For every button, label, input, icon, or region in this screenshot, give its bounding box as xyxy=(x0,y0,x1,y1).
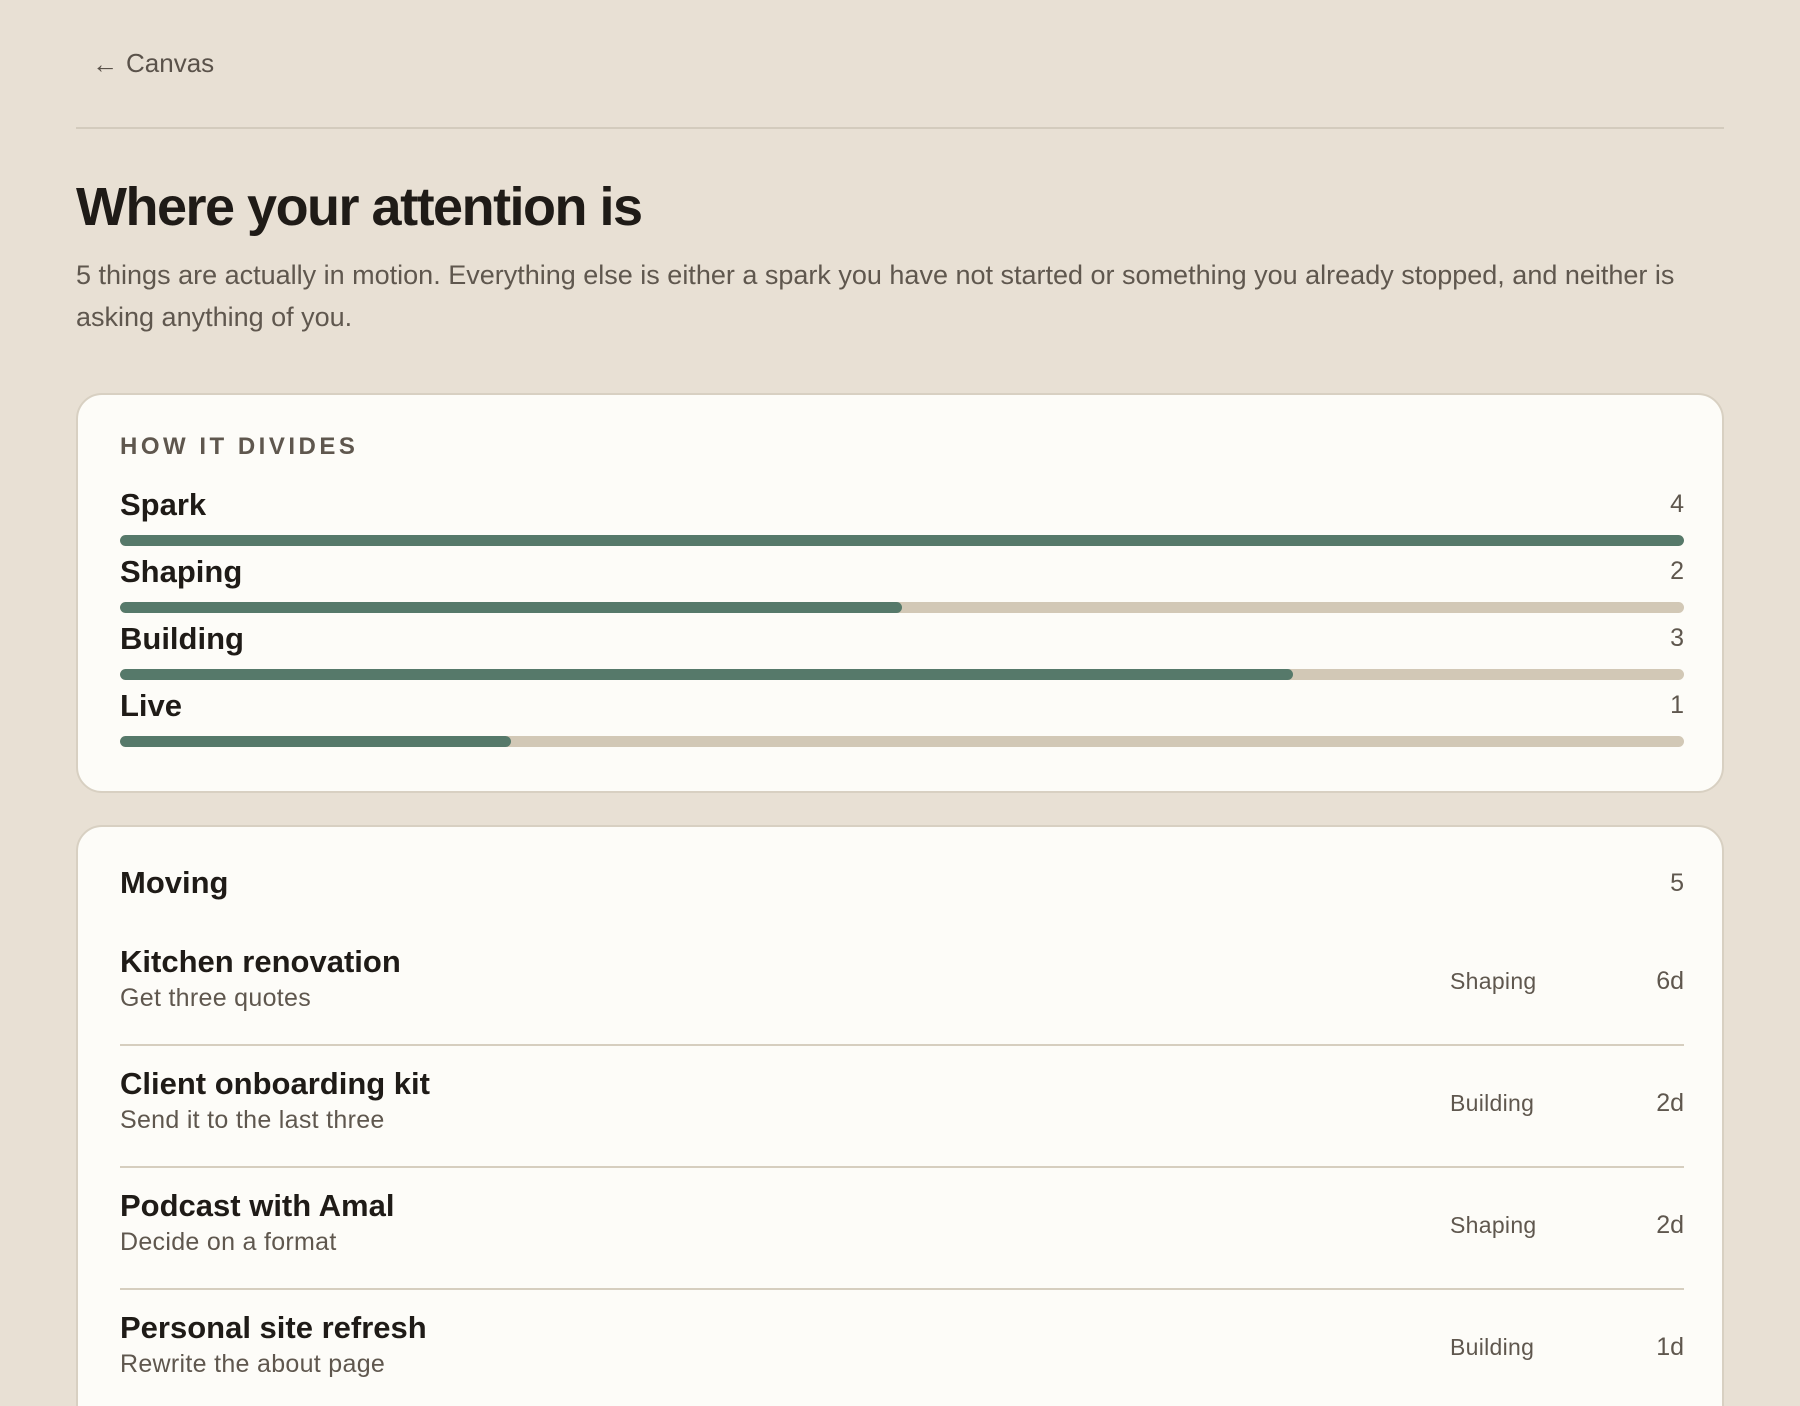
stage-bar-fill xyxy=(120,736,511,747)
back-link-label: Canvas xyxy=(126,48,215,78)
back-to-canvas-link[interactable]: ← Canvas xyxy=(92,48,214,79)
moving-title: Moving xyxy=(120,865,229,900)
item-stage: Building xyxy=(1450,1334,1535,1360)
top-bar: ← Canvas xyxy=(76,0,1724,129)
stage-row-spark: Spark 4 xyxy=(120,487,1684,554)
stage-count: 4 xyxy=(1670,490,1684,518)
attention-page: ← Canvas Where your attention is 5 thing… xyxy=(0,0,1800,1406)
item-next-step: Send it to the last three xyxy=(120,1106,385,1134)
moving-count: 5 xyxy=(1670,869,1684,897)
item-stage: Building xyxy=(1450,1090,1535,1116)
stage-row-building: Building 3 xyxy=(120,621,1684,688)
stage-count: 1 xyxy=(1670,691,1684,719)
stage-bar-track xyxy=(120,669,1684,680)
stage-label: Spark xyxy=(120,487,207,522)
item-next-step: Decide on a format xyxy=(120,1228,337,1256)
stage-label: Shaping xyxy=(120,554,243,589)
item-title: Client onboarding kit xyxy=(120,1066,430,1101)
stage-label: Live xyxy=(120,688,183,723)
stage-bar-fill xyxy=(120,602,902,613)
item-title: Kitchen renovation xyxy=(120,944,401,979)
stage-row-shaping: Shaping 2 xyxy=(120,554,1684,621)
item-age: 2d xyxy=(1656,1211,1684,1239)
how-it-divides-heading: HOW IT DIVIDES xyxy=(120,433,359,460)
item-next-step: Rewrite the about page xyxy=(120,1350,386,1378)
page-title: Where your attention is xyxy=(76,177,643,237)
moving-item[interactable]: Kitchen renovation Get three quotes Shap… xyxy=(120,924,1684,1046)
stage-bar-fill xyxy=(120,535,1684,546)
item-next-step: Get three quotes xyxy=(120,984,312,1012)
how-it-divides-card: HOW IT DIVIDES Spark 4 Shaping 2 Buildin… xyxy=(76,393,1724,793)
page-subtitle: 5 things are actually in motion. Everyth… xyxy=(76,260,1675,332)
item-age: 6d xyxy=(1656,967,1684,995)
moving-item[interactable]: Personal site refresh Rewrite the about … xyxy=(120,1290,1684,1406)
stage-label: Building xyxy=(120,621,244,656)
moving-header: Moving 5 xyxy=(120,865,1684,905)
stage-row-live: Live 1 xyxy=(120,688,1684,755)
item-title: Podcast with Amal xyxy=(120,1188,395,1223)
stage-bar-fill xyxy=(120,669,1293,680)
moving-item[interactable]: Podcast with Amal Decide on a format Sha… xyxy=(120,1168,1684,1290)
item-stage: Shaping xyxy=(1450,1212,1537,1238)
stage-count: 3 xyxy=(1670,624,1684,652)
arrow-left-icon: ← xyxy=(92,48,118,79)
stage-bar-track xyxy=(120,736,1684,747)
item-title: Personal site refresh xyxy=(120,1310,427,1345)
stage-count: 2 xyxy=(1670,557,1684,585)
item-age: 1d xyxy=(1656,1333,1684,1361)
item-stage: Shaping xyxy=(1450,968,1537,994)
moving-item[interactable]: Client onboarding kit Send it to the las… xyxy=(120,1046,1684,1168)
item-age: 2d xyxy=(1656,1089,1684,1117)
stage-bar-track xyxy=(120,602,1684,613)
stage-bar-track xyxy=(120,535,1684,546)
moving-card: Moving 5 Kitchen renovation Get three qu… xyxy=(76,825,1724,1406)
